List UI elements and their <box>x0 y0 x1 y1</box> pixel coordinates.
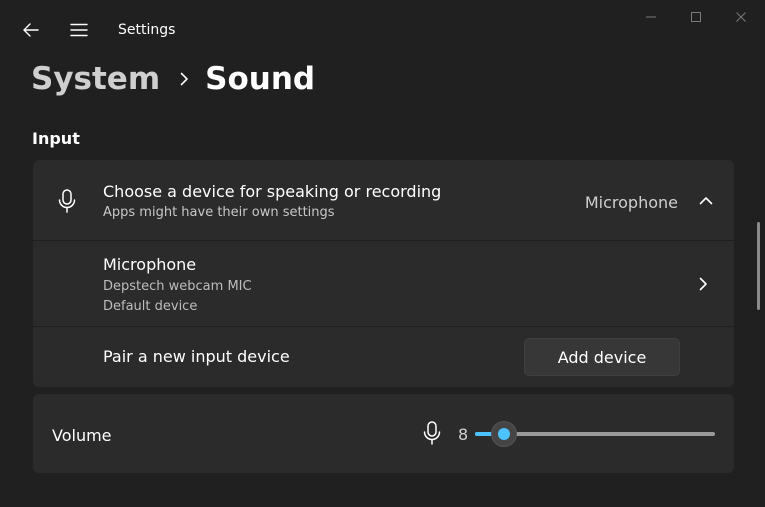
add-device-button[interactable]: Add device <box>524 338 680 376</box>
volume-label: Volume <box>52 426 112 445</box>
volume-slider[interactable] <box>475 421 715 447</box>
input-device-title: Choose a device for speaking or recordin… <box>103 182 442 201</box>
close-icon[interactable] <box>719 6 763 28</box>
microphone-device-row[interactable]: Microphone Depstech webcam MIC Default d… <box>33 241 734 327</box>
microphone-icon <box>55 188 79 214</box>
section-title-input: Input <box>32 129 80 148</box>
hamburger-menu-icon[interactable] <box>66 18 92 42</box>
back-arrow-icon[interactable] <box>18 18 44 42</box>
volume-value: 8 <box>458 425 469 444</box>
window-title: Settings <box>118 22 176 38</box>
microphone-title: Microphone <box>103 255 197 274</box>
chevron-right-icon[interactable] <box>696 275 710 293</box>
microphone-icon[interactable] <box>421 420 443 446</box>
maximize-icon[interactable] <box>674 6 718 28</box>
scrollbar[interactable] <box>757 222 760 310</box>
volume-card: Volume 8 <box>33 394 734 473</box>
input-device-subtitle: Apps might have their own settings <box>103 205 335 220</box>
slider-thumb[interactable] <box>491 421 517 447</box>
microphone-device-name: Depstech webcam MIC <box>103 279 252 294</box>
breadcrumb: System Sound <box>31 58 315 100</box>
choose-input-device-row[interactable]: Choose a device for speaking or recordin… <box>33 160 734 241</box>
selected-input-device: Microphone <box>584 193 678 212</box>
settings-window: Settings System Sound Input Choose a dev… <box>0 0 765 507</box>
pair-input-device-row: Pair a new input device Add device <box>33 327 734 387</box>
page-title: Sound <box>205 61 316 97</box>
chevron-up-icon[interactable] <box>698 191 714 209</box>
input-settings-card: Choose a device for speaking or recordin… <box>33 160 734 387</box>
breadcrumb-separator-icon <box>180 72 189 86</box>
pair-device-label: Pair a new input device <box>103 347 290 366</box>
title-bar: Settings <box>0 0 765 60</box>
microphone-status: Default device <box>103 299 198 314</box>
slider-thumb-center <box>498 428 510 440</box>
breadcrumb-system-link[interactable]: System <box>31 61 160 97</box>
minimize-icon[interactable] <box>629 6 673 28</box>
